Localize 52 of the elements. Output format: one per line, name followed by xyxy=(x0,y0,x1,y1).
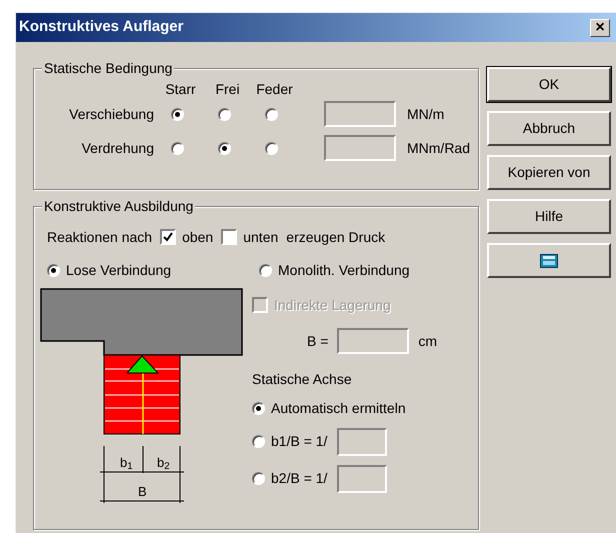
input-field[interactable] xyxy=(337,328,410,354)
group-title: Konstruktive Ausbildung xyxy=(42,198,196,214)
dialog-button[interactable]: Hilfe xyxy=(487,199,611,234)
row-label: Verdrehung xyxy=(80,138,155,158)
radio-label: Automatisch ermitteln xyxy=(271,398,406,418)
checkbox[interactable] xyxy=(160,229,176,245)
radio-button[interactable] xyxy=(47,264,60,276)
radio-button[interactable] xyxy=(218,142,231,154)
radio-label: b2/B = 1/ xyxy=(271,469,328,488)
radio-button[interactable] xyxy=(252,435,265,448)
close-button[interactable]: × xyxy=(590,18,610,36)
radio-button[interactable] xyxy=(252,402,265,414)
dialog-button[interactable]: Kopieren von xyxy=(487,155,611,190)
row-label: Verschiebung xyxy=(68,104,155,124)
column-header: Starr xyxy=(164,80,197,97)
radio-button[interactable] xyxy=(171,108,184,120)
checkbox-label: unten xyxy=(243,228,278,246)
checkbox-label: oben xyxy=(182,228,214,246)
dialog-button[interactable]: Abbruch xyxy=(487,111,611,146)
checkbox-label: Indirekte Lagerung xyxy=(274,296,391,315)
reactions-label: Reaktionen nach xyxy=(47,228,152,246)
radio-label: Monolith. Verbindung xyxy=(278,260,410,280)
b-label: B = xyxy=(307,332,328,350)
dimension-label: b$_{2}$ xyxy=(157,456,170,469)
unit-label: cm xyxy=(418,332,438,350)
group-title: Statische Bedingung xyxy=(42,60,174,76)
checkmark-icon xyxy=(163,232,174,242)
input-field[interactable] xyxy=(324,135,396,161)
reactions-suffix: erzeugen Druck xyxy=(286,228,386,247)
radio-button[interactable] xyxy=(171,142,184,154)
radio-button[interactable] xyxy=(218,108,231,120)
calculator-button[interactable] xyxy=(487,243,611,278)
calculator-icon xyxy=(540,254,558,268)
dialog-button[interactable]: OK xyxy=(487,67,611,102)
unit-label: MNm/Rad xyxy=(407,138,470,158)
radio-label: b1/B = 1/ xyxy=(271,432,328,451)
radio-button[interactable] xyxy=(259,264,272,276)
unit-label: MN/m xyxy=(407,104,444,124)
axis-title: Statische Achse xyxy=(252,370,353,389)
window-title: Konstruktives Auflager xyxy=(19,17,184,38)
column-header: Feder xyxy=(256,80,293,97)
checkbox[interactable] xyxy=(221,229,238,245)
radio-button[interactable] xyxy=(265,108,278,120)
radio-button[interactable] xyxy=(252,472,265,485)
dimension-label: b$_{1}$ xyxy=(120,456,133,469)
radio-label: Lose Verbindung xyxy=(66,260,172,280)
input-field[interactable] xyxy=(337,428,388,456)
radio-button[interactable] xyxy=(265,142,278,154)
dimension-label: B xyxy=(138,485,147,498)
input-field[interactable] xyxy=(324,101,396,127)
input-field[interactable] xyxy=(337,464,388,492)
column-header: Frei xyxy=(214,80,241,97)
